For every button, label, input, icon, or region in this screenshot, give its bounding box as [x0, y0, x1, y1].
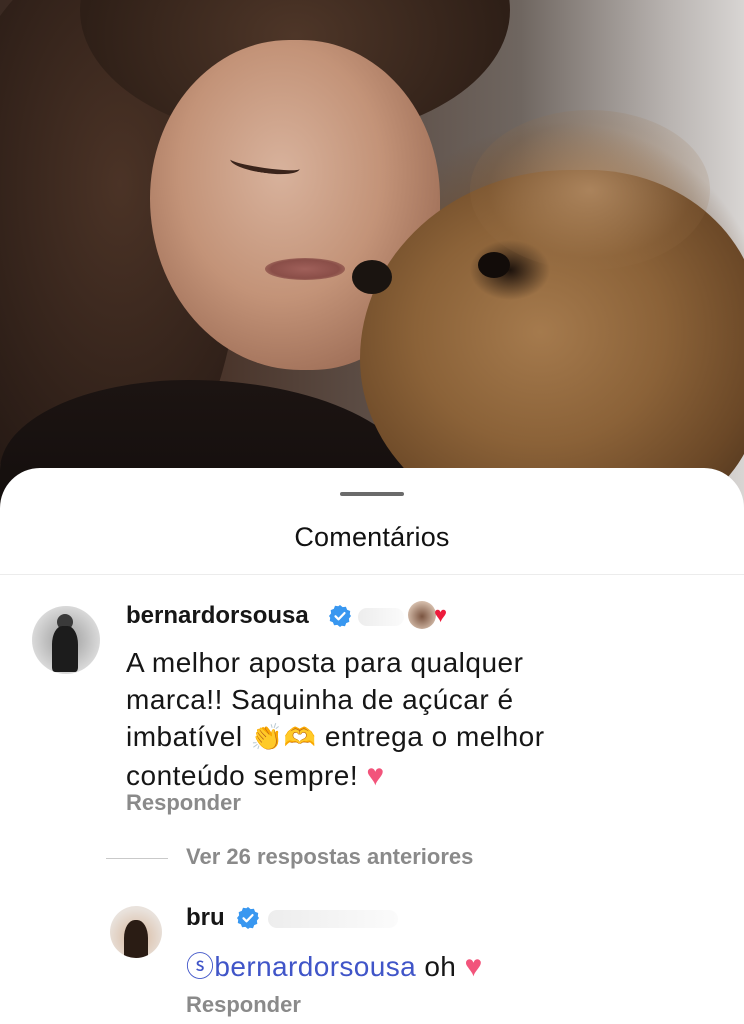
- heart-icon: ♥: [464, 950, 483, 983]
- verified-badge-icon: [237, 907, 259, 929]
- drag-handle[interactable]: [340, 492, 404, 496]
- mention-link[interactable]: ⓢbernardorsousa: [186, 951, 416, 982]
- sheet-title: Comentários: [294, 522, 450, 552]
- reply-button[interactable]: Responder: [186, 992, 301, 1018]
- hand-heart-icon: 🫶: [283, 723, 317, 753]
- view-replies-button[interactable]: Ver 26 respostas anteriores: [186, 844, 473, 870]
- divider: [0, 574, 744, 575]
- clap-icon: 👏: [250, 723, 284, 753]
- reply-text: ⓢbernardorsousa oh ♥: [186, 950, 483, 983]
- avatar[interactable]: [110, 906, 162, 958]
- reply-button[interactable]: Responder: [126, 790, 241, 816]
- post-photo: [0, 0, 744, 520]
- comments-sheet: Comentários bernardorsousa ♥ A melhor ap…: [0, 468, 744, 1024]
- heart-icon: ♥: [366, 759, 385, 792]
- liked-by-author-heart-icon: ♥: [434, 602, 448, 627]
- comment-username[interactable]: bernardorsousa: [126, 602, 309, 630]
- replies-line: [106, 858, 168, 859]
- comment-text: A melhor aposta para qualquer marca!! Sa…: [126, 647, 545, 792]
- verified-badge-icon: [329, 605, 351, 627]
- author-avatar: [408, 601, 436, 629]
- avatar[interactable]: [32, 606, 100, 674]
- app-screen: Comentários bernardorsousa ♥ A melhor ap…: [0, 0, 744, 1024]
- threads-icon: ⓢ: [186, 951, 215, 982]
- reply-username[interactable]: bru: [186, 904, 225, 932]
